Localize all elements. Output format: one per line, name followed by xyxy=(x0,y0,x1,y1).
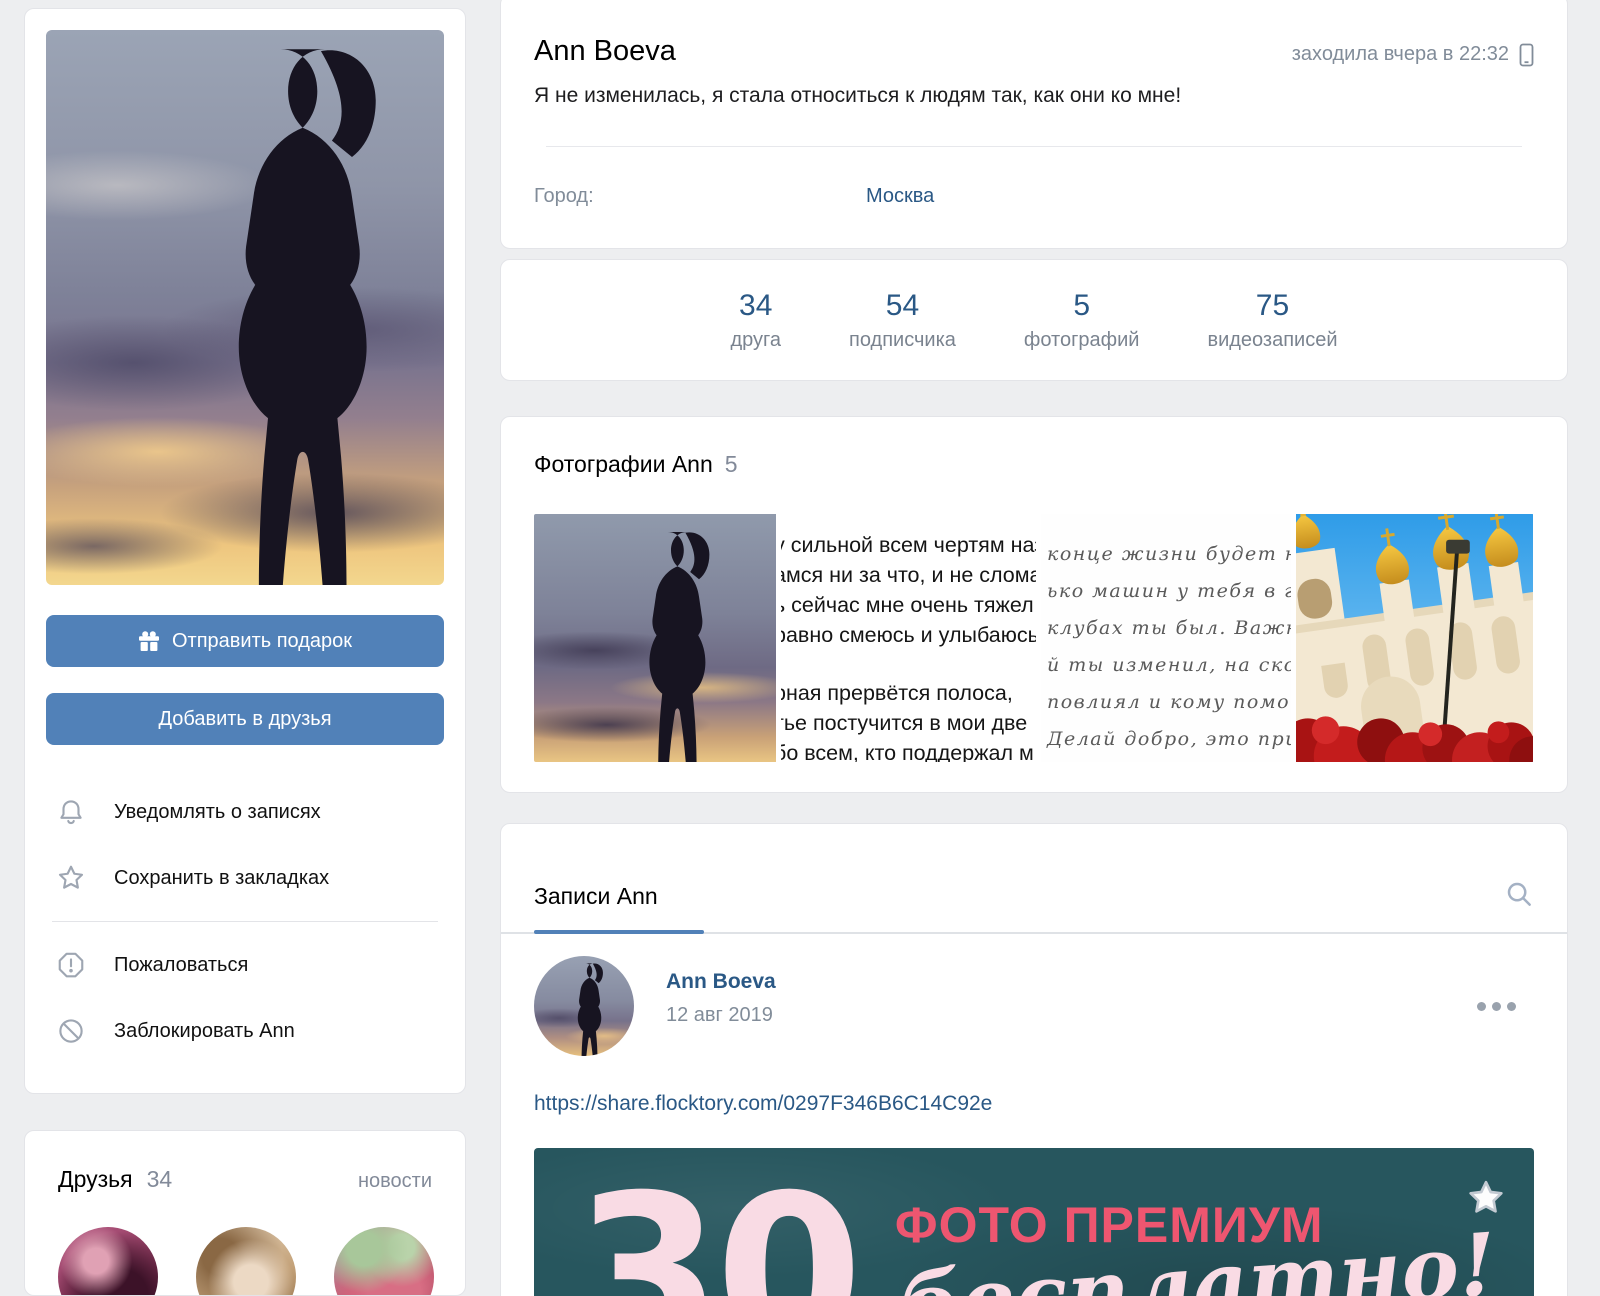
report-item[interactable]: Пожаловаться xyxy=(52,932,438,998)
friend-avatar[interactable] xyxy=(334,1227,434,1296)
left-column: Отправить подарок Добавить в друзья Увед… xyxy=(24,8,466,1296)
bookmark-star-icon[interactable] xyxy=(1466,1178,1506,1218)
city-link[interactable]: Москва xyxy=(866,185,934,208)
wall-search-button[interactable] xyxy=(1504,879,1534,914)
menu-divider xyxy=(52,921,438,922)
photos-card: Фотографии Ann 5 у сильной всем чертям на… xyxy=(500,416,1568,793)
photo-thumb-quote-2[interactable]: конце жизни будет не важ ько машин у теб… xyxy=(1041,514,1291,762)
wall-card: Записи Ann Ann Boeva 12 авг 201 xyxy=(500,823,1568,1296)
post-banner-image[interactable]: 30 ФОТО ПРЕМИУМ бесплатно! xyxy=(534,1148,1534,1296)
friend-avatar[interactable] xyxy=(196,1227,296,1296)
counter-label: подписчика xyxy=(849,329,956,352)
city-row: Город: Москва xyxy=(534,185,1534,208)
photos-header: Фотографии Ann 5 xyxy=(534,451,1534,478)
friends-news-link[interactable]: новости xyxy=(358,1170,432,1193)
notify-posts-label: Уведомлять о записях xyxy=(114,801,321,824)
counter-followers[interactable]: 54 подписчика xyxy=(815,289,990,352)
photo-thumb-quote-1[interactable]: у сильной всем чертям наз амся ни за что… xyxy=(781,514,1036,762)
counters-card: 34 друга 54 подписчика 5 фотографий 75 в… xyxy=(500,259,1568,381)
photo-thumb-silhouette[interactable] xyxy=(534,514,776,762)
silhouette-figure xyxy=(142,31,444,585)
friends-count: 34 xyxy=(147,1166,173,1193)
profile-photo[interactable] xyxy=(46,30,444,585)
counter-value: 75 xyxy=(1207,289,1337,323)
friends-card: Друзья 34 новости xyxy=(24,1130,466,1296)
counter-label: видеозаписей xyxy=(1207,329,1337,352)
page-title: Ann Boeva xyxy=(534,35,676,68)
mobile-icon xyxy=(1519,43,1534,67)
photo-quote-text: конце жизни будет не важ ько машин у теб… xyxy=(1047,536,1291,758)
block-user-label: Заблокировать Ann xyxy=(114,1020,295,1043)
add-friend-label: Добавить в друзья xyxy=(158,708,331,731)
post-author-link[interactable]: Ann Boeva xyxy=(666,970,776,994)
report-icon xyxy=(56,950,86,980)
header-divider xyxy=(546,146,1522,147)
friend-avatar[interactable] xyxy=(58,1227,158,1296)
wall-tabs: Записи Ann xyxy=(501,824,1567,934)
friends-header: Друзья 34 новости xyxy=(46,1152,444,1193)
counter-videos[interactable]: 75 видеозаписей xyxy=(1173,289,1371,352)
counter-value: 5 xyxy=(1024,289,1140,323)
photo-thumb-cathedral[interactable] xyxy=(1296,514,1533,762)
friends-avatars-row xyxy=(46,1227,444,1296)
cathedral-image xyxy=(1296,514,1533,762)
status-text[interactable]: Я не изменилась, я стала относиться к лю… xyxy=(534,84,1534,108)
silhouette-figure xyxy=(607,524,767,762)
post-link[interactable]: https://share.flocktory.com/0297F346B6C1… xyxy=(534,1092,992,1116)
counter-value: 34 xyxy=(730,289,781,323)
profile-header-card: Ann Boeva заходила вчера в 22:32 Я не из… xyxy=(500,0,1568,249)
save-bookmarks-item[interactable]: Сохранить в закладках xyxy=(52,845,438,911)
active-tab-underline xyxy=(534,930,704,934)
save-bookmarks-label: Сохранить в закладках xyxy=(114,867,329,890)
add-friend-button[interactable]: Добавить в друзья xyxy=(46,693,444,745)
block-user-item[interactable]: Заблокировать Ann xyxy=(52,998,438,1064)
post-author-avatar[interactable] xyxy=(534,956,634,1056)
banner-number: 30 xyxy=(574,1190,857,1296)
silhouette-figure xyxy=(560,960,627,1056)
photos-count: 5 xyxy=(725,451,738,477)
star-icon xyxy=(56,863,86,893)
last-seen: заходила вчера в 22:32 xyxy=(1292,43,1534,67)
notify-posts-item[interactable]: Уведомлять о записях xyxy=(52,779,438,845)
main-column: Ann Boeva заходила вчера в 22:32 Я не из… xyxy=(500,0,1568,1296)
city-label: Город: xyxy=(534,185,866,208)
counter-label: фотографий xyxy=(1024,329,1140,352)
photo-row: у сильной всем чертям наз амся ни за что… xyxy=(534,514,1534,762)
gift-icon xyxy=(138,630,160,652)
counter-label: друга xyxy=(730,329,781,352)
profile-actions-menu: Уведомлять о записях Сохранить в закладк… xyxy=(46,779,444,1072)
bell-icon xyxy=(56,797,86,827)
wall-post: Ann Boeva 12 авг 2019 https://share.floc… xyxy=(501,934,1567,1296)
tab-wall-posts[interactable]: Записи Ann xyxy=(534,883,658,910)
search-icon xyxy=(1504,879,1534,909)
counter-friends[interactable]: 34 друга xyxy=(696,289,815,352)
post-actions-menu-button[interactable] xyxy=(1471,996,1522,1017)
counter-value: 54 xyxy=(849,289,956,323)
photos-title[interactable]: Фотографии Ann xyxy=(534,451,713,477)
report-label: Пожаловаться xyxy=(114,954,248,977)
block-icon xyxy=(56,1016,86,1046)
post-date-link[interactable]: 12 авг 2019 xyxy=(666,1004,776,1027)
send-gift-button[interactable]: Отправить подарок xyxy=(46,615,444,667)
last-seen-text: заходила вчера в 22:32 xyxy=(1292,43,1509,66)
send-gift-label: Отправить подарок xyxy=(172,630,352,653)
photo-quote-text: у сильной всем чертям наз амся ни за что… xyxy=(781,530,1036,762)
friends-title[interactable]: Друзья xyxy=(58,1166,133,1193)
profile-card: Отправить подарок Добавить в друзья Увед… xyxy=(24,8,466,1094)
counter-photos[interactable]: 5 фотографий xyxy=(990,289,1174,352)
